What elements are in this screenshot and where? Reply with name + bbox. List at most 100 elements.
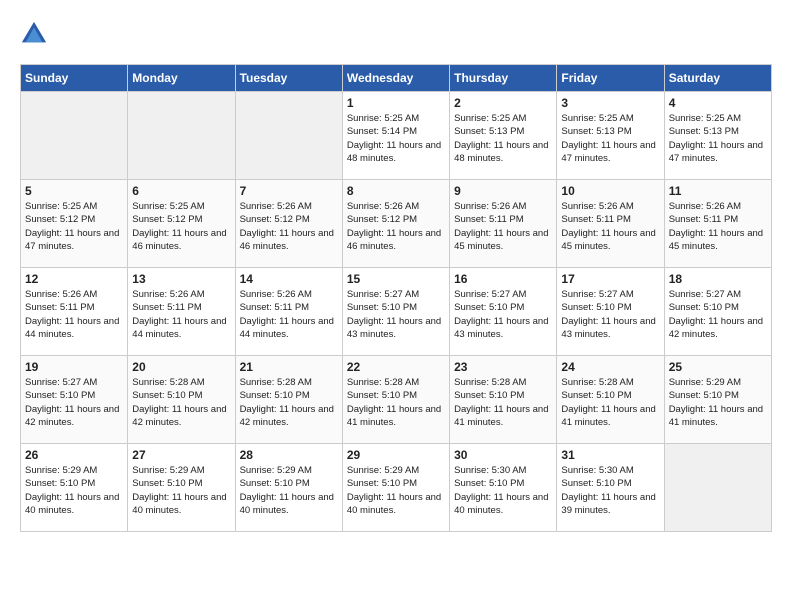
day-number: 18 — [669, 272, 767, 286]
calendar-cell: 31 Sunrise: 5:30 AMSunset: 5:10 PMDayligh… — [557, 444, 664, 532]
day-number: 22 — [347, 360, 445, 374]
day-number: 3 — [561, 96, 659, 110]
day-info: Sunrise: 5:28 AMSunset: 5:10 PMDaylight:… — [240, 376, 338, 429]
calendar-cell: 14 Sunrise: 5:26 AMSunset: 5:11 PMDayligh… — [235, 268, 342, 356]
day-number: 1 — [347, 96, 445, 110]
calendar-table: SundayMondayTuesdayWednesdayThursdayFrid… — [20, 64, 772, 532]
day-info: Sunrise: 5:27 AMSunset: 5:10 PMDaylight:… — [25, 376, 123, 429]
calendar-cell: 27Sunrise: 5:29 AMSunset: 5:10 PMDayligh… — [128, 444, 235, 532]
day-number: 12 — [25, 272, 123, 286]
day-number: 20 — [132, 360, 230, 374]
day-info: Sunrise: 5:28 AMSunset: 5:10 PMDaylight:… — [347, 376, 445, 429]
calendar-cell: 12 Sunrise: 5:26 AMSunset: 5:11 PMDayligh… — [21, 268, 128, 356]
day-info: Sunrise: 5:29 AMSunset: 5:10 PMDaylight:… — [25, 464, 123, 517]
day-number: 14 — [240, 272, 338, 286]
calendar-cell — [664, 444, 771, 532]
calendar-cell: 16 Sunrise: 5:27 AMSunset: 5:10 PMDayligh… — [450, 268, 557, 356]
calendar-cell: 17 Sunrise: 5:27 AMSunset: 5:10 PMDayligh… — [557, 268, 664, 356]
calendar-cell: 1 Sunrise: 5:25 AMSunset: 5:14 PMDaylight… — [342, 92, 449, 180]
calendar-cell — [235, 92, 342, 180]
calendar-cell — [21, 92, 128, 180]
calendar-cell: 26 Sunrise: 5:29 AMSunset: 5:10 PMDayligh… — [21, 444, 128, 532]
day-number: 6 — [132, 184, 230, 198]
day-info: Sunrise: 5:30 AMSunset: 5:10 PMDaylight:… — [454, 464, 552, 517]
day-header-tuesday: Tuesday — [235, 65, 342, 92]
day-number: 8 — [347, 184, 445, 198]
calendar-cell: 3 Sunrise: 5:25 AMSunset: 5:13 PMDaylight… — [557, 92, 664, 180]
day-info: Sunrise: 5:25 AMSunset: 5:14 PMDaylight:… — [347, 112, 445, 165]
day-number: 5 — [25, 184, 123, 198]
calendar-cell: 5 Sunrise: 5:25 AMSunset: 5:12 PMDaylight… — [21, 180, 128, 268]
week-row-4: 19Sunrise: 5:27 AMSunset: 5:10 PMDayligh… — [21, 356, 772, 444]
day-number: 31 — [561, 448, 659, 462]
day-number: 11 — [669, 184, 767, 198]
day-number: 7 — [240, 184, 338, 198]
calendar-cell: 11 Sunrise: 5:26 AMSunset: 5:11 PMDayligh… — [664, 180, 771, 268]
day-number: 24 — [561, 360, 659, 374]
day-info: Sunrise: 5:27 AMSunset: 5:10 PMDaylight:… — [347, 288, 445, 341]
calendar-cell: 23 Sunrise: 5:28 AMSunset: 5:10 PMDayligh… — [450, 356, 557, 444]
day-info: Sunrise: 5:28 AMSunset: 5:10 PMDaylight:… — [132, 376, 230, 429]
day-number: 25 — [669, 360, 767, 374]
day-header-saturday: Saturday — [664, 65, 771, 92]
day-info: Sunrise: 5:28 AMSunset: 5:10 PMDaylight:… — [454, 376, 552, 429]
day-info: Sunrise: 5:27 AMSunset: 5:10 PMDaylight:… — [454, 288, 552, 341]
day-number: 16 — [454, 272, 552, 286]
day-number: 23 — [454, 360, 552, 374]
logo-icon — [20, 20, 48, 48]
day-info: Sunrise: 5:29 AMSunset: 5:10 PMDaylight:… — [669, 376, 767, 429]
week-row-3: 12 Sunrise: 5:26 AMSunset: 5:11 PMDayligh… — [21, 268, 772, 356]
day-header-friday: Friday — [557, 65, 664, 92]
day-number: 21 — [240, 360, 338, 374]
day-info: Sunrise: 5:29 AMSunset: 5:10 PMDaylight:… — [132, 464, 230, 517]
day-number: 13 — [132, 272, 230, 286]
day-number: 4 — [669, 96, 767, 110]
calendar-cell: 2Sunrise: 5:25 AMSunset: 5:13 PMDaylight… — [450, 92, 557, 180]
day-number: 9 — [454, 184, 552, 198]
day-header-sunday: Sunday — [21, 65, 128, 92]
calendar-cell: 7Sunrise: 5:26 AMSunset: 5:12 PMDaylight… — [235, 180, 342, 268]
day-header-thursday: Thursday — [450, 65, 557, 92]
day-info: Sunrise: 5:26 AMSunset: 5:11 PMDaylight:… — [240, 288, 338, 341]
calendar-cell: 13 Sunrise: 5:26 AMSunset: 5:11 PMDayligh… — [128, 268, 235, 356]
week-row-5: 26 Sunrise: 5:29 AMSunset: 5:10 PMDayligh… — [21, 444, 772, 532]
day-number: 10 — [561, 184, 659, 198]
day-number: 29 — [347, 448, 445, 462]
calendar-cell: 28 Sunrise: 5:29 AMSunset: 5:10 PMDayligh… — [235, 444, 342, 532]
day-info: Sunrise: 5:27 AMSunset: 5:10 PMDaylight:… — [561, 288, 659, 341]
day-info: Sunrise: 5:25 AMSunset: 5:13 PMDaylight:… — [561, 112, 659, 165]
calendar-cell: 29 Sunrise: 5:29 AMSunset: 5:10 PMDayligh… — [342, 444, 449, 532]
day-number: 28 — [240, 448, 338, 462]
day-number: 30 — [454, 448, 552, 462]
day-info: Sunrise: 5:26 AMSunset: 5:12 PMDaylight:… — [347, 200, 445, 253]
day-info: Sunrise: 5:30 AMSunset: 5:10 PMDaylight:… — [561, 464, 659, 517]
calendar-cell: 24Sunrise: 5:28 AMSunset: 5:10 PMDayligh… — [557, 356, 664, 444]
calendar-cell: 9Sunrise: 5:26 AMSunset: 5:11 PMDaylight… — [450, 180, 557, 268]
week-row-2: 5 Sunrise: 5:25 AMSunset: 5:12 PMDaylight… — [21, 180, 772, 268]
calendar-cell: 8 Sunrise: 5:26 AMSunset: 5:12 PMDaylight… — [342, 180, 449, 268]
day-info: Sunrise: 5:29 AMSunset: 5:10 PMDaylight:… — [347, 464, 445, 517]
day-number: 17 — [561, 272, 659, 286]
day-info: Sunrise: 5:26 AMSunset: 5:11 PMDaylight:… — [132, 288, 230, 341]
day-number: 15 — [347, 272, 445, 286]
calendar-cell: 21 Sunrise: 5:28 AMSunset: 5:10 PMDayligh… — [235, 356, 342, 444]
day-info: Sunrise: 5:27 AMSunset: 5:10 PMDaylight:… — [669, 288, 767, 341]
calendar-cell: 18 Sunrise: 5:27 AMSunset: 5:10 PMDayligh… — [664, 268, 771, 356]
day-number: 26 — [25, 448, 123, 462]
day-info: Sunrise: 5:25 AMSunset: 5:12 PMDaylight:… — [25, 200, 123, 253]
calendar-cell: 19Sunrise: 5:27 AMSunset: 5:10 PMDayligh… — [21, 356, 128, 444]
calendar-cell: 10 Sunrise: 5:26 AMSunset: 5:11 PMDayligh… — [557, 180, 664, 268]
day-info: Sunrise: 5:26 AMSunset: 5:11 PMDaylight:… — [25, 288, 123, 341]
header-row: SundayMondayTuesdayWednesdayThursdayFrid… — [21, 65, 772, 92]
day-info: Sunrise: 5:26 AMSunset: 5:11 PMDaylight:… — [561, 200, 659, 253]
calendar-cell: 25 Sunrise: 5:29 AMSunset: 5:10 PMDayligh… — [664, 356, 771, 444]
calendar-cell: 4Sunrise: 5:25 AMSunset: 5:13 PMDaylight… — [664, 92, 771, 180]
day-header-wednesday: Wednesday — [342, 65, 449, 92]
logo — [20, 20, 52, 48]
day-info: Sunrise: 5:26 AMSunset: 5:11 PMDaylight:… — [669, 200, 767, 253]
day-info: Sunrise: 5:25 AMSunset: 5:13 PMDaylight:… — [454, 112, 552, 165]
calendar-cell: 22 Sunrise: 5:28 AMSunset: 5:10 PMDayligh… — [342, 356, 449, 444]
calendar-cell: 15 Sunrise: 5:27 AMSunset: 5:10 PMDayligh… — [342, 268, 449, 356]
week-row-1: 1 Sunrise: 5:25 AMSunset: 5:14 PMDaylight… — [21, 92, 772, 180]
day-info: Sunrise: 5:29 AMSunset: 5:10 PMDaylight:… — [240, 464, 338, 517]
